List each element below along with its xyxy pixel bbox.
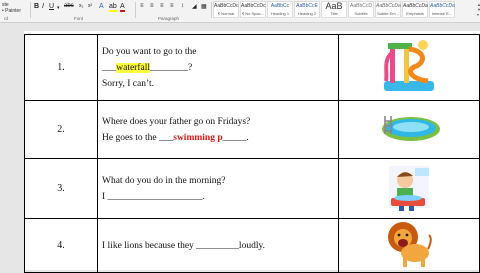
style-emphasis[interactable]: AaBbCcDa Emphasis [402,1,428,18]
highlight-icon[interactable]: ab [109,3,117,12]
table-row: 4. I like lions because they _________lo… [24,218,480,273]
borders-icon[interactable]: ▦ [201,3,207,10]
divider [30,2,31,18]
picture-cell [338,34,480,101]
chevron-down-icon[interactable]: ▾ [57,5,60,11]
style-normal[interactable]: AaBbCcDc ¶ Normal [213,1,239,18]
question-cell[interactable]: Do you want to go to the ___waterfall___… [97,34,339,101]
paragraph-group-label: Paragraph [158,16,180,21]
align-center-icon[interactable]: ≡ [150,3,154,9]
align-left-icon[interactable]: ≡ [140,3,144,9]
waterpark-slide-image [384,40,434,91]
row-number: 4. [24,218,98,273]
ribbon: ste • Painter rd B I U ▾ abc x₂ x² A ab … [0,0,480,23]
subscript-button[interactable]: x₂ [79,3,83,9]
answer-highlight: waterfall [116,62,151,73]
style-subtle-emphasis[interactable]: AaBbCcDa Subtle Em... [375,1,401,18]
ruler [0,23,480,31]
row-number: 2. [24,100,98,159]
swimming-pool-image [382,116,440,141]
table-row: 1. Do you want to go to the ___waterfall… [24,34,480,101]
format-painter-label[interactable]: • Painter [2,8,21,14]
question-cell[interactable]: I like lions because they _________loudl… [97,218,339,273]
answer-text: swimming p [173,132,223,143]
bold-button[interactable]: B [34,3,39,10]
boy-washing-face-image [389,166,429,211]
align-right-icon[interactable]: ≡ [160,3,164,9]
picture-cell [338,218,480,273]
divider [211,2,212,18]
style-heading-1[interactable]: AaBbCc Heading 1 [267,1,293,18]
strikethrough-button[interactable]: abc [64,3,74,9]
worksheet-table: 1. Do you want to go to the ___waterfall… [24,34,480,273]
table-row: 2. Where does your father go on Fridays?… [24,100,480,159]
question-cell[interactable]: Where does your father go on Fridays? He… [97,100,339,159]
question-cell[interactable]: What do you do in the morning? I _______… [97,158,339,219]
style-intense-emphasis[interactable]: AaBbCcDa Intense E... [429,1,455,18]
font-color-icon[interactable]: A [120,3,125,12]
roaring-lion-image [388,222,432,267]
style-subtitle[interactable]: AaBbCcD Subtitle [348,1,374,18]
font-group-label: Font [74,16,84,21]
style-heading-2[interactable]: AaBbCcE Heading 2 [294,1,320,18]
superscript-button[interactable]: x² [88,3,92,9]
picture-cell [338,158,480,219]
clipboard-group: ste • Painter [2,2,21,14]
styles-gallery: AaBbCcDc ¶ Normal AaBbCcDc ¶ No Spac... Aa… [213,1,456,18]
style-no-spacing[interactable]: AaBbCcDc ¶ No Spac... [240,1,266,18]
style-title[interactable]: AaB Title [321,1,347,18]
underline-button[interactable]: U [49,3,54,10]
row-number: 1. [24,34,98,101]
justify-icon[interactable]: ≡ [170,3,174,9]
picture-cell [338,100,480,159]
clipboard-group-label: rd [4,16,9,21]
shading-icon[interactable]: ◢ [192,3,197,10]
line-spacing-icon[interactable]: ↕ [181,3,184,9]
text-effects-icon[interactable]: A [99,3,104,10]
table-row: 3. What do you do in the morning? I ____… [24,158,480,219]
row-number: 3. [24,158,98,219]
divider [135,2,136,18]
italic-button[interactable]: I [42,3,44,10]
